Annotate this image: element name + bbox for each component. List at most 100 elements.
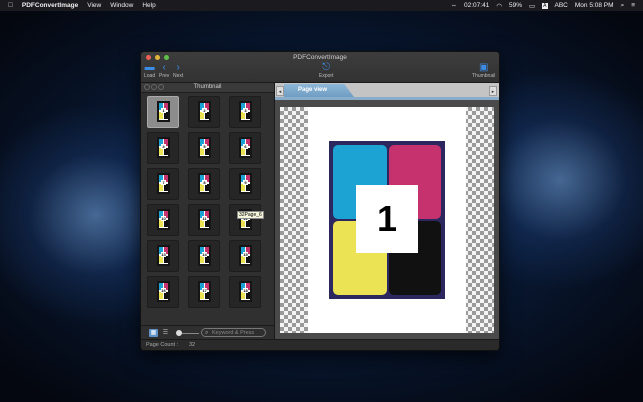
- thumbnail-panel: Thumbnail 123456789101112131415161718 32…: [141, 83, 275, 340]
- thumbnail-page: 18: [239, 281, 252, 302]
- load-label: Load: [144, 73, 156, 79]
- thumbnail-number: 1: [161, 108, 166, 113]
- thumbnail-number: 9: [243, 180, 248, 185]
- thumbnail-item[interactable]: 3: [229, 96, 261, 128]
- thumbnail-number: 10: [161, 216, 166, 221]
- panel-zoom-icon[interactable]: [158, 84, 164, 90]
- thumbnail-page: 5: [198, 137, 211, 158]
- thumbnail-item[interactable]: 18: [229, 276, 261, 308]
- thumbnail-item[interactable]: 16: [147, 276, 179, 308]
- thumbnail-page: 16: [157, 281, 170, 302]
- thumbnail-panel-title: Thumbnail: [193, 84, 222, 90]
- thumbnail-page: 8: [198, 173, 211, 194]
- list-view-button[interactable]: ☰: [161, 329, 170, 337]
- thumbnail-page: 1: [157, 101, 170, 122]
- thumbnail-number: 13: [161, 252, 166, 257]
- thumbnail-number: 14: [202, 252, 207, 257]
- thumbnail-button[interactable]: ▣ Thumbnail: [472, 62, 495, 80]
- tab-page-view[interactable]: Page view: [284, 84, 354, 97]
- app-menu[interactable]: PDFConvertImage: [22, 2, 78, 9]
- menu-window[interactable]: Window: [110, 2, 133, 9]
- status-bar: Page Count : 32: [141, 339, 499, 350]
- prev-label: Prev: [159, 73, 170, 79]
- thumbnail-item[interactable]: 12: [229, 204, 261, 236]
- panel-minimize-icon[interactable]: [151, 84, 157, 90]
- thumbnail-page: 7: [157, 173, 170, 194]
- thumbnail-item[interactable]: 5: [188, 132, 220, 164]
- page-preview: 1: [308, 107, 466, 333]
- thumbnail-page: 2: [198, 101, 211, 122]
- thumbnail-number: 8: [202, 180, 207, 185]
- thumbnail-item[interactable]: 4: [147, 132, 179, 164]
- thumbnail-item[interactable]: 1: [147, 96, 179, 128]
- thumbnail-panel-footer: ▦ ☰ ⌕ Keyword & Press: [141, 325, 274, 340]
- search-icon[interactable]: ⌕: [621, 2, 625, 10]
- thumbnail-item[interactable]: 8: [188, 168, 220, 200]
- toolbar: PDFConvertImage ▬ Load ‹ Prev › Next ⎋ E…: [141, 52, 499, 83]
- next-button[interactable]: › Next: [173, 62, 184, 80]
- grid-view-button[interactable]: ▦: [149, 329, 158, 337]
- apple-menu-icon[interactable]: : [8, 2, 13, 9]
- thumbnail-page: 9: [239, 173, 252, 194]
- search-placeholder: Keyword & Press: [212, 330, 255, 336]
- page-count-label: Page Count :: [146, 342, 179, 348]
- folder-icon: ▬: [144, 62, 155, 73]
- thumbnail-page: 6: [239, 137, 252, 158]
- battery-percent: 59%: [509, 2, 523, 9]
- page-canvas[interactable]: 1: [280, 107, 494, 333]
- next-label: Next: [173, 73, 184, 79]
- thumbnail-item[interactable]: 9: [229, 168, 261, 200]
- image-icon: ▣: [478, 62, 489, 73]
- input-source-label: ABC: [554, 2, 568, 9]
- thumbnail-grid: 123456789101112131415161718: [147, 96, 267, 321]
- thumbnail-page: 11: [198, 209, 211, 230]
- thumbnail-item[interactable]: 17: [188, 276, 220, 308]
- slider-knob[interactable]: [176, 330, 182, 336]
- thumbnail-item[interactable]: 6: [229, 132, 261, 164]
- thumbnail-item[interactable]: 15: [229, 240, 261, 272]
- search-icon: ⌕: [205, 330, 209, 336]
- thumbnail-item[interactable]: 11: [188, 204, 220, 236]
- keyword-search-input[interactable]: ⌕ Keyword & Press: [201, 328, 266, 337]
- chevron-right-icon: ›: [176, 62, 180, 73]
- window-title: PDFConvertImage: [293, 54, 347, 61]
- chevron-left-icon: ‹: [162, 62, 166, 73]
- thumbnail-page: 15: [239, 245, 252, 266]
- thumbnail-item[interactable]: 2: [188, 96, 220, 128]
- menu-help[interactable]: Help: [142, 2, 155, 9]
- timer-icon[interactable]: ⇔: [451, 2, 458, 9]
- thumbnail-number: 5: [202, 144, 207, 149]
- thumbnail-page: 3: [239, 101, 252, 122]
- panel-close-icon[interactable]: [144, 84, 150, 90]
- menu-bar:  PDFConvertImage View Window Help ⇔ 02:…: [0, 0, 643, 11]
- tab-strip: ◂ Page view ▸: [275, 83, 499, 100]
- wifi-icon[interactable]: ◠: [496, 2, 502, 10]
- thumbnail-item[interactable]: 10: [147, 204, 179, 236]
- clock[interactable]: Mon 5:08 PM: [575, 2, 614, 9]
- control-center-icon[interactable]: ≡: [631, 2, 635, 9]
- thumbnail-number: 7: [161, 180, 166, 185]
- export-button[interactable]: ⎋ Export: [319, 62, 334, 80]
- battery-icon[interactable]: ▭: [529, 2, 535, 10]
- thumbnail-item[interactable]: 7: [147, 168, 179, 200]
- tab-scroll-left-icon[interactable]: ◂: [276, 86, 284, 96]
- input-source-icon[interactable]: A: [542, 2, 548, 9]
- tab-underline: [275, 97, 499, 100]
- page-view-panel: ◂ Page view ▸ 1: [275, 83, 499, 340]
- thumbnail-number: 6: [243, 144, 248, 149]
- tab-scroll-right-icon[interactable]: ▸: [489, 86, 497, 96]
- load-button[interactable]: ▬ Load: [144, 62, 156, 80]
- thumbnail-item[interactable]: 13: [147, 240, 179, 272]
- thumbnail-item[interactable]: 14: [188, 240, 220, 272]
- thumbnail-number: 18: [243, 288, 248, 293]
- thumbnail-number: 4: [161, 144, 166, 149]
- thumbnail-page: 10: [157, 209, 170, 230]
- prev-button[interactable]: ‹ Prev: [159, 62, 170, 80]
- thumbnail-number: 17: [202, 288, 207, 293]
- thumbnail-tooltip: 32Page_6: [237, 211, 264, 219]
- menu-view[interactable]: View: [87, 2, 101, 9]
- export-icon: ⎋: [322, 62, 331, 73]
- thumbnail-number: 15: [243, 252, 248, 257]
- export-label: Export: [319, 73, 334, 79]
- page-count-value: 32: [189, 342, 196, 348]
